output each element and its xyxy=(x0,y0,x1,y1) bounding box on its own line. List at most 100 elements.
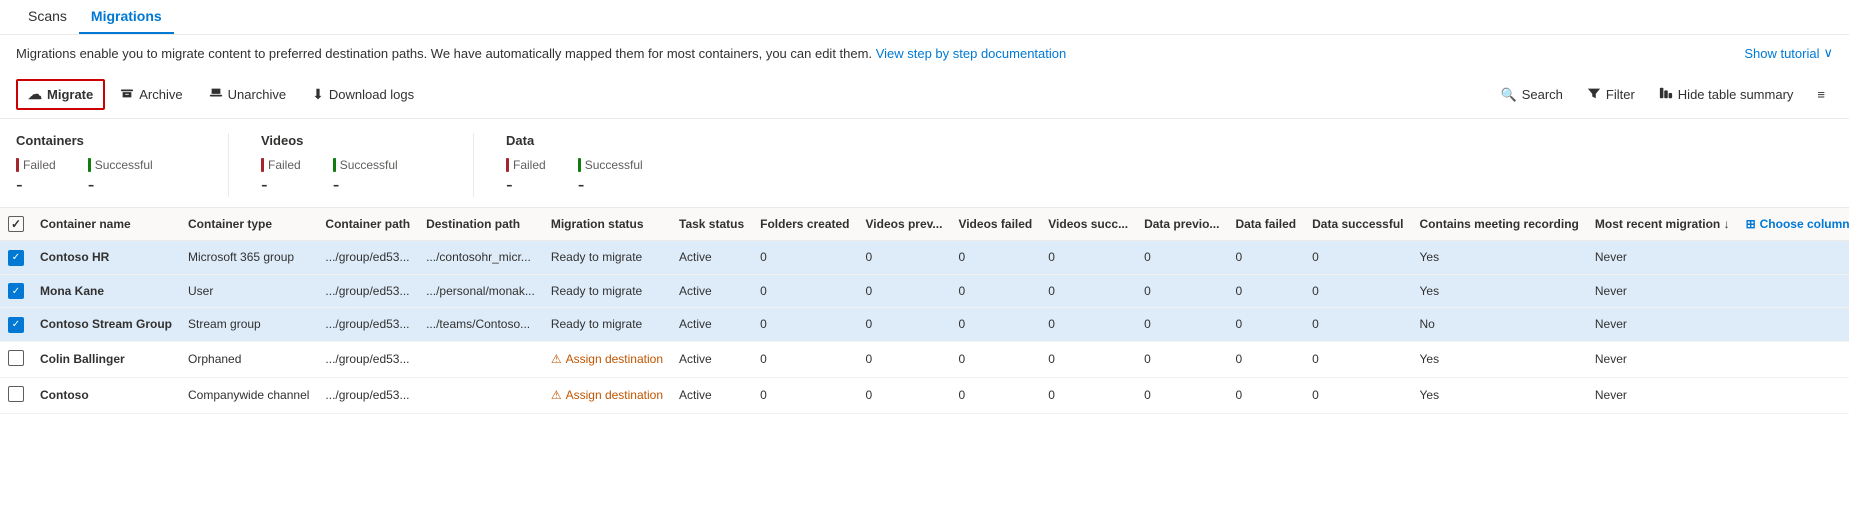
row-container-name: Mona Kane xyxy=(32,274,180,308)
row-contains-meeting-recording: No xyxy=(1412,308,1587,342)
row-container-name: Contoso Stream Group xyxy=(32,308,180,342)
summary-divider-1 xyxy=(228,133,229,197)
containers-failed-value: - xyxy=(16,174,56,197)
table-row: ✓ Contoso HRMicrosoft 365 group.../group… xyxy=(0,241,1849,275)
more-button[interactable]: ≡ xyxy=(1809,82,1833,107)
th-migration-status[interactable]: Migration status xyxy=(543,208,671,241)
successful-bar-videos xyxy=(333,158,336,172)
th-destination-path[interactable]: Destination path xyxy=(418,208,543,241)
th-container-name[interactable]: Container name xyxy=(32,208,180,241)
failed-bar-containers xyxy=(16,158,19,172)
choose-columns-button[interactable]: ⊞ Choose columns xyxy=(1746,217,1849,231)
row-container-path: .../group/ed53... xyxy=(317,377,418,413)
filter-button[interactable]: Filter xyxy=(1579,81,1643,108)
row-checkbox-cell[interactable]: ✓ xyxy=(0,274,32,308)
row-videos-succ: 0 xyxy=(1040,241,1136,275)
row-most-recent-migration: Never xyxy=(1587,241,1738,275)
download-logs-button[interactable]: ⬇ Download logs xyxy=(301,80,425,109)
row-most-recent-migration: Never xyxy=(1587,341,1738,377)
table-row: Colin BallingerOrphaned.../group/ed53...… xyxy=(0,341,1849,377)
filter-icon xyxy=(1587,86,1601,103)
hide-table-summary-button[interactable]: Hide table summary xyxy=(1651,81,1802,108)
row-checkbox[interactable]: ✓ xyxy=(8,283,24,299)
row-videos-failed: 0 xyxy=(950,377,1040,413)
row-checkbox[interactable] xyxy=(8,350,24,366)
row-migration-status: Assign destination xyxy=(543,377,671,413)
row-videos-prev: 0 xyxy=(858,377,951,413)
toolbar-right: 🔍 Search Filter Hide table summary ≡ xyxy=(1493,81,1833,108)
row-task-status: Active xyxy=(671,241,752,275)
row-data-previo: 0 xyxy=(1136,341,1227,377)
failed-bar-data xyxy=(506,158,509,172)
data-failed-value: - xyxy=(506,174,546,197)
row-data-failed: 0 xyxy=(1227,308,1304,342)
th-videos-prev[interactable]: Videos prev... xyxy=(858,208,951,241)
row-videos-succ: 0 xyxy=(1040,308,1136,342)
search-button[interactable]: 🔍 Search xyxy=(1493,82,1571,108)
row-checkbox-cell[interactable]: ✓ xyxy=(0,308,32,342)
row-migration-status: Ready to migrate xyxy=(543,241,671,275)
row-most-recent-migration: Never xyxy=(1587,377,1738,413)
th-task-status[interactable]: Task status xyxy=(671,208,752,241)
row-checkbox[interactable] xyxy=(8,386,24,402)
successful-bar-containers xyxy=(88,158,91,172)
table-summary-icon xyxy=(1659,86,1673,103)
row-videos-prev: 0 xyxy=(858,241,951,275)
tab-scans[interactable]: Scans xyxy=(16,0,79,34)
summary-containers-title: Containers xyxy=(16,133,196,148)
migrate-icon: ☁ xyxy=(28,86,42,103)
th-checkbox[interactable]: ✓ xyxy=(0,208,32,241)
table-row: ✓ Mona KaneUser.../group/ed53....../pers… xyxy=(0,274,1849,308)
row-container-type: User xyxy=(180,274,317,308)
row-data-successful: 0 xyxy=(1304,377,1411,413)
columns-icon: ⊞ xyxy=(1746,217,1756,231)
docs-link[interactable]: View step by step documentation xyxy=(876,46,1067,61)
row-container-type: Orphaned xyxy=(180,341,317,377)
th-data-previo[interactable]: Data previo... xyxy=(1136,208,1227,241)
summary-data-successful: Successful - xyxy=(578,158,643,197)
row-destination-path: .../contosohr_micr... xyxy=(418,241,543,275)
th-container-type[interactable]: Container type xyxy=(180,208,317,241)
row-videos-prev: 0 xyxy=(858,274,951,308)
row-destination-path: .../teams/Contoso... xyxy=(418,308,543,342)
row-choose-columns-cell xyxy=(1738,308,1849,342)
row-folders-created: 0 xyxy=(752,274,857,308)
tab-migrations[interactable]: Migrations xyxy=(79,0,174,34)
th-videos-succ[interactable]: Videos succ... xyxy=(1040,208,1136,241)
th-container-path[interactable]: Container path xyxy=(317,208,418,241)
archive-button[interactable]: Archive xyxy=(109,80,193,109)
row-data-failed: 0 xyxy=(1227,241,1304,275)
row-migration-status: Assign destination xyxy=(543,341,671,377)
row-videos-prev: 0 xyxy=(858,308,951,342)
row-task-status: Active xyxy=(671,274,752,308)
th-choose-columns[interactable]: ⊞ Choose columns xyxy=(1738,208,1849,241)
summary-data-metrics: Failed - Successful - xyxy=(506,158,686,197)
th-contains-meeting-recording[interactable]: Contains meeting recording xyxy=(1412,208,1587,241)
row-checkbox-cell[interactable] xyxy=(0,377,32,413)
select-all-checkbox[interactable]: ✓ xyxy=(8,216,24,232)
unarchive-button[interactable]: Unarchive xyxy=(198,80,298,109)
summary-containers-failed: Failed - xyxy=(16,158,56,197)
show-tutorial-button[interactable]: Show tutorial ∨ xyxy=(1744,45,1833,61)
row-checkbox[interactable]: ✓ xyxy=(8,250,24,266)
th-data-successful[interactable]: Data successful xyxy=(1304,208,1411,241)
row-checkbox-cell[interactable]: ✓ xyxy=(0,241,32,275)
data-successful-value: - xyxy=(578,174,643,197)
row-checkbox[interactable]: ✓ xyxy=(8,317,24,333)
migrate-button[interactable]: ☁ Migrate xyxy=(16,79,105,110)
row-contains-meeting-recording: Yes xyxy=(1412,274,1587,308)
row-videos-failed: 0 xyxy=(950,308,1040,342)
th-folders-created[interactable]: Folders created xyxy=(752,208,857,241)
summary-videos-metrics: Failed - Successful - xyxy=(261,158,441,197)
containers-successful-value: - xyxy=(88,174,153,197)
row-container-type: Microsoft 365 group xyxy=(180,241,317,275)
row-folders-created: 0 xyxy=(752,377,857,413)
row-data-failed: 0 xyxy=(1227,274,1304,308)
row-data-successful: 0 xyxy=(1304,241,1411,275)
row-videos-prev: 0 xyxy=(858,341,951,377)
th-data-failed[interactable]: Data failed xyxy=(1227,208,1304,241)
th-most-recent-migration[interactable]: Most recent migration ↓ xyxy=(1587,208,1738,241)
archive-icon xyxy=(120,86,134,103)
th-videos-failed[interactable]: Videos failed xyxy=(950,208,1040,241)
row-checkbox-cell[interactable] xyxy=(0,341,32,377)
